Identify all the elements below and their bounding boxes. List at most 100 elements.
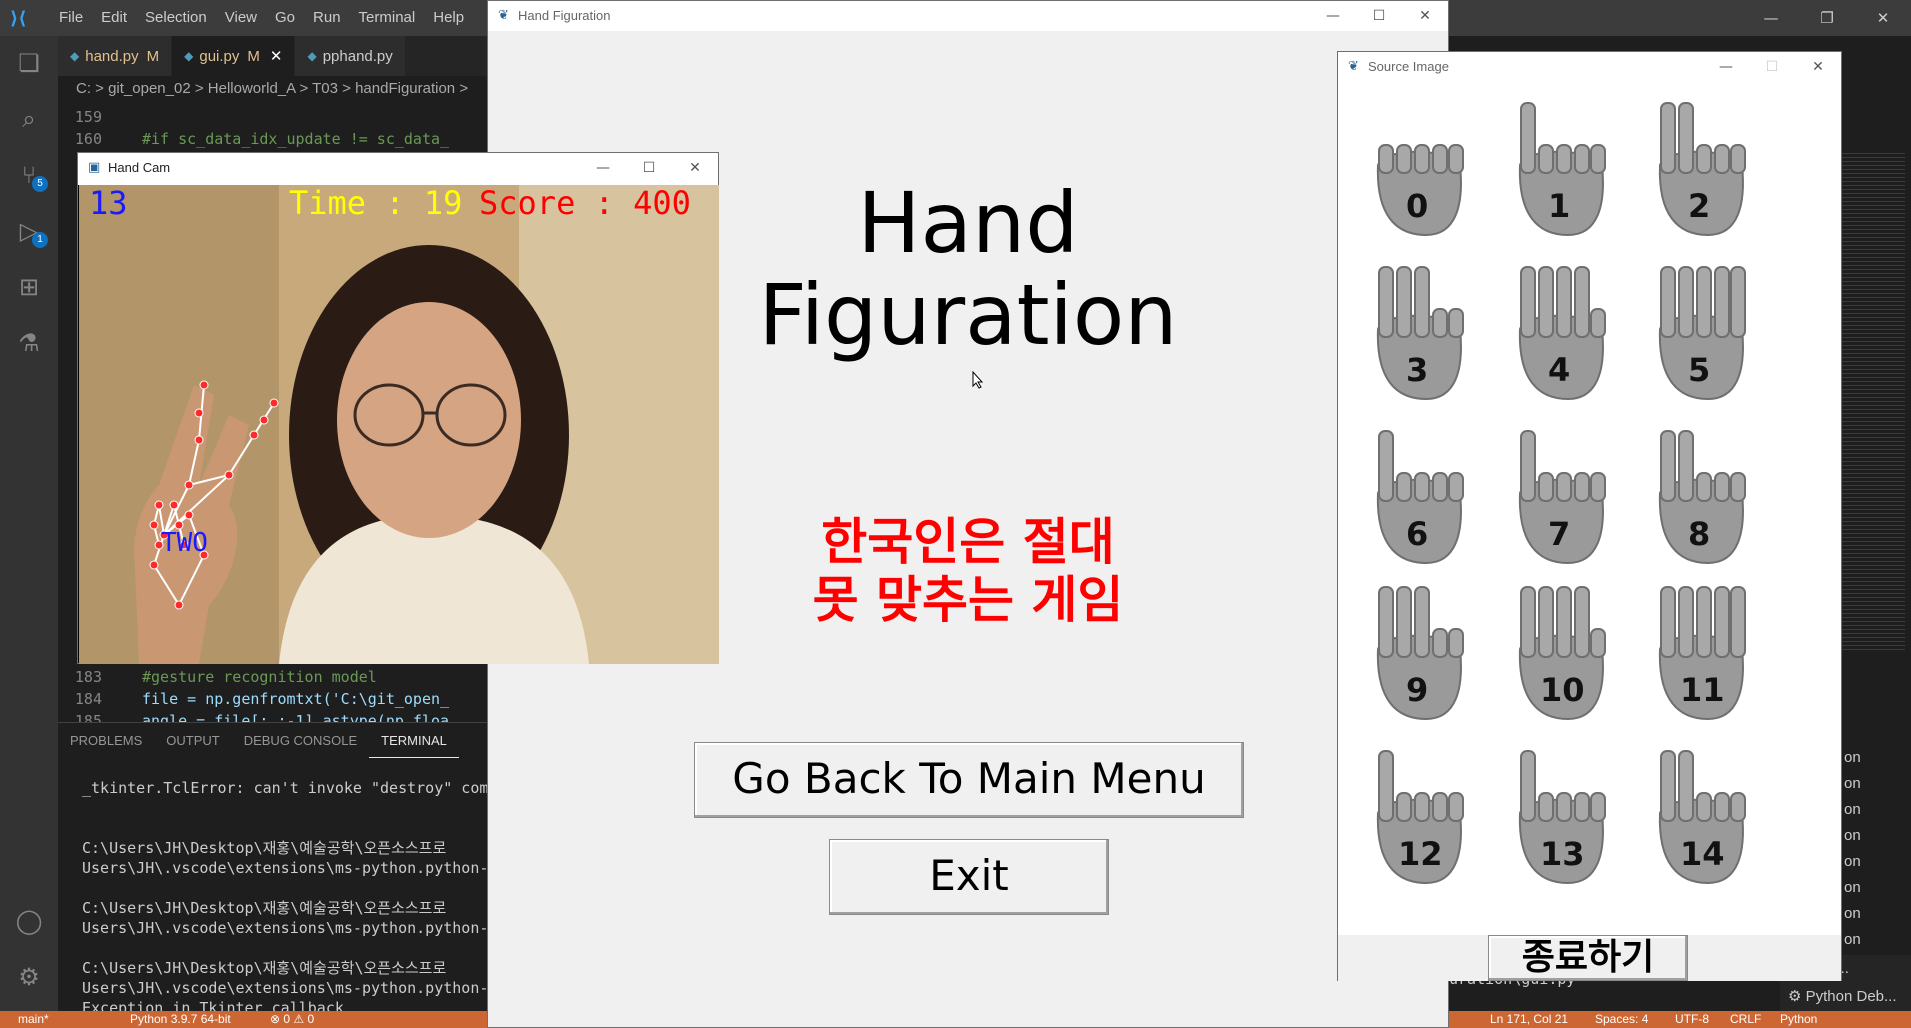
panel-entry[interactable]: on xyxy=(1840,797,1911,823)
menu-selection[interactable]: Selection xyxy=(136,0,216,36)
tab-gui-py[interactable]: ◆ gui.py M ✕ xyxy=(172,36,296,76)
python-interpreter-status[interactable]: Python 3.9.7 64-bit xyxy=(130,1011,231,1028)
problems-status[interactable]: ⊗ 0 ⚠ 0 xyxy=(270,1011,314,1028)
testing-icon[interactable]: ⚗ xyxy=(14,328,44,358)
tk-feather-icon: ❦ xyxy=(498,8,509,23)
code-line: 160 #if sc_data_idx_update != sc_data_ xyxy=(58,128,488,150)
panel-entry[interactable]: on xyxy=(1840,771,1911,797)
source-image-window: ❦ Source Image — ☐ ✕ 0 1 2 3 4 5 6 7 8 9 10 11 12 13 1… xyxy=(1337,51,1842,981)
tab-debug-console[interactable]: DEBUG CONSOLE xyxy=(232,723,369,758)
gesture-0-icon: 0 xyxy=(1356,95,1476,245)
close-icon[interactable]: ✕ xyxy=(1795,52,1841,82)
tab-terminal[interactable]: TERMINAL xyxy=(369,723,459,758)
terminal-line: C:\Users\JH\Desktop\재홍\예술공학\오픈소스프로 xyxy=(82,959,447,977)
debug-terminal-label: Python Deb... xyxy=(1805,988,1897,1005)
encoding-status[interactable]: UTF-8 xyxy=(1675,1011,1709,1028)
minimize-icon[interactable]: — xyxy=(1703,52,1749,82)
indentation-status[interactable]: Spaces: 4 xyxy=(1595,1011,1648,1028)
frame-count-text: 13 xyxy=(89,185,128,222)
gesture-number-label: 6 xyxy=(1406,515,1429,553)
close-tab-icon[interactable]: ✕ xyxy=(270,47,283,65)
gesture-number-label: 1 xyxy=(1548,187,1571,225)
minimize-icon[interactable]: — xyxy=(1743,0,1799,36)
menu-run[interactable]: Run xyxy=(304,0,350,36)
close-icon[interactable]: ✕ xyxy=(672,153,718,183)
cursor-position-status[interactable]: Ln 171, Col 21 xyxy=(1490,1011,1568,1028)
minimize-icon[interactable]: — xyxy=(1310,1,1356,31)
account-icon[interactable]: ◯ xyxy=(14,906,44,936)
panel-entry[interactable]: on xyxy=(1840,875,1911,901)
close-icon[interactable]: ✕ xyxy=(1402,1,1448,31)
search-icon[interactable]: ⌕ xyxy=(14,104,44,134)
explorer-icon[interactable]: ❏ xyxy=(14,48,44,78)
tab-output[interactable]: OUTPUT xyxy=(154,723,231,758)
menu-go[interactable]: Go xyxy=(266,0,304,36)
debug-terminal-entry-2[interactable]: ⚙ Python Deb... xyxy=(1780,983,1911,1011)
window-title-bar[interactable]: ❦ Source Image — ☐ ✕ xyxy=(1338,52,1841,82)
menu-edit[interactable]: Edit xyxy=(92,0,136,36)
git-branch-status[interactable]: main* xyxy=(18,1011,49,1028)
minimap[interactable] xyxy=(1840,150,1905,650)
opencv-window-icon: ▣ xyxy=(88,160,101,175)
vscode-logo-icon: ⟩⟨ xyxy=(10,8,27,29)
hand-cam-window: ▣ Hand Cam — ☐ ✕ 13 Time: 19 Score: 40… xyxy=(77,152,719,664)
source-control-icon[interactable]: ⑂ 5 xyxy=(14,160,48,192)
go-back-main-menu-button[interactable]: Go Back To Main Menu xyxy=(694,742,1244,818)
gesture-6-icon: 6 xyxy=(1356,423,1476,573)
panel-entry[interactable]: on xyxy=(1840,901,1911,927)
gesture-number-label: 14 xyxy=(1680,835,1725,873)
gesture-4-icon: 4 xyxy=(1498,259,1618,409)
window-controls: — ☐ ✕ xyxy=(1703,52,1841,82)
vscode-menu-bar: File Edit Selection View Go Run Terminal… xyxy=(50,0,473,36)
modified-indicator: M xyxy=(247,47,260,65)
window-controls: — ☐ ✕ xyxy=(580,153,718,183)
minimize-icon[interactable]: — xyxy=(580,153,626,183)
code-line: 183 #gesture recognition model xyxy=(58,666,488,688)
restore-icon[interactable]: ❐ xyxy=(1799,0,1855,36)
language-status[interactable]: Python xyxy=(1780,1011,1817,1028)
gesture-number-label: 11 xyxy=(1680,671,1725,709)
python-file-icon: ◆ xyxy=(307,49,317,63)
settings-gear-icon[interactable]: ⚙ xyxy=(14,962,44,992)
terminal-line: _tkinter.TclError: can't invoke "destroy… xyxy=(82,779,488,797)
line-number: 183 xyxy=(74,668,102,686)
gesture-number-label: 7 xyxy=(1548,515,1571,553)
code-text: file = np.genfromtxt('C:\git_open_ xyxy=(142,690,450,708)
window-title-bar[interactable]: ❦ Hand Figuration — ☐ ✕ xyxy=(488,1,1448,31)
gesture-1-icon: 1 xyxy=(1498,95,1618,245)
run-debug-icon[interactable]: ▷ 1 xyxy=(14,216,48,248)
gesture-number-label: 10 xyxy=(1540,671,1585,709)
close-icon[interactable]: ✕ xyxy=(1855,0,1911,36)
extensions-icon[interactable]: ⊞ xyxy=(14,272,44,302)
eol-status[interactable]: CRLF xyxy=(1730,1011,1761,1028)
maximize-icon[interactable]: ☐ xyxy=(1356,1,1402,31)
panel-entry[interactable]: on xyxy=(1840,849,1911,875)
tk-feather-icon: ❦ xyxy=(1348,59,1359,74)
menu-file[interactable]: File xyxy=(50,0,92,36)
code-line: 184 file = np.genfromtxt('C:\git_open_ xyxy=(58,688,488,710)
quit-button[interactable]: 종료하기 xyxy=(1488,935,1688,981)
terminal-output[interactable]: _tkinter.TclError: can't invoke "destroy… xyxy=(58,760,488,1015)
gesture-3-icon: 3 xyxy=(1356,259,1476,409)
panel-entry[interactable]: on xyxy=(1840,823,1911,849)
gesture-2-icon: 2 xyxy=(1638,95,1758,245)
source-control-badge: 5 xyxy=(32,176,48,192)
menu-terminal[interactable]: Terminal xyxy=(350,0,425,36)
gesture-number-label: 4 xyxy=(1548,351,1571,389)
menu-view[interactable]: View xyxy=(216,0,266,36)
menu-help[interactable]: Help xyxy=(424,0,473,36)
gesture-number-label: 2 xyxy=(1688,187,1711,225)
window-controls: — ☐ ✕ xyxy=(1310,1,1448,31)
code-line: 159 xyxy=(58,106,488,128)
exit-button[interactable]: Exit xyxy=(829,839,1109,915)
maximize-icon[interactable]: ☐ xyxy=(626,153,672,183)
breadcrumb[interactable]: C: > git_open_02 > Helloworld_A > T03 > … xyxy=(58,76,488,102)
tab-problems[interactable]: PROBLEMS xyxy=(58,723,154,758)
tab-hand-py[interactable]: ◆ hand.py M xyxy=(58,36,173,76)
maximize-icon[interactable]: ☐ xyxy=(1749,52,1795,82)
tab-pphand-py[interactable]: ◆ pphand.py xyxy=(295,36,406,76)
window-title-bar[interactable]: ▣ Hand Cam — ☐ ✕ xyxy=(78,153,718,185)
panel-entry[interactable]: on xyxy=(1840,745,1911,771)
panel-entry[interactable]: on xyxy=(1840,927,1911,953)
